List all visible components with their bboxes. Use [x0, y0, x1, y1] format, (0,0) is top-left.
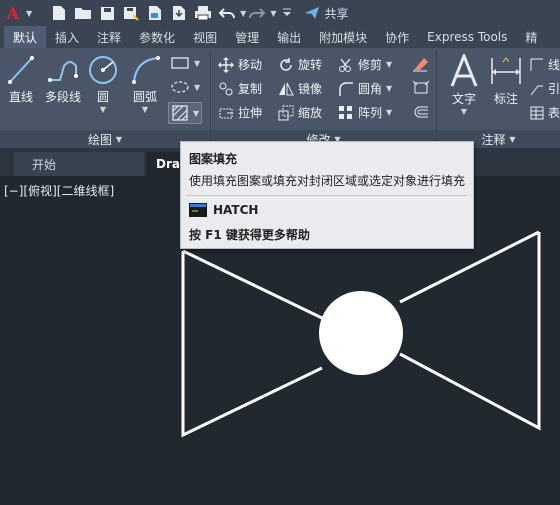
tooltip-title: 图案填充 — [189, 152, 238, 166]
tab-view[interactable]: 视图 — [184, 26, 226, 48]
arc-dropdown[interactable]: ▼ — [142, 105, 148, 114]
ribbon: 直线 多段线 圆 ▼ 圆弧 ▼ ▼ ▼ ▼ 绘图 ▼ 移动 旋转 修剪 ▼ 复制… — [0, 48, 560, 148]
tab-manage[interactable]: 管理 — [226, 26, 268, 48]
trim-button[interactable]: 修剪 ▼ — [338, 56, 392, 73]
ellipse-icon — [171, 81, 189, 93]
tab-output[interactable]: 输出 — [268, 26, 310, 48]
leader-icon — [530, 85, 543, 95]
autocad-logo-icon[interactable]: A — [0, 0, 26, 26]
copy-icon — [219, 82, 233, 95]
explode-icon — [412, 80, 430, 94]
hatch-icon — [172, 105, 188, 121]
redo-icon[interactable] — [246, 3, 268, 23]
stretch-button[interactable]: 拉伸 — [218, 104, 262, 121]
stretch-icon — [219, 108, 233, 118]
array-button[interactable]: 阵列 ▼ — [338, 104, 392, 121]
line-label: 直线 — [8, 90, 33, 104]
scale-button[interactable]: 缩放 — [278, 104, 322, 121]
app-menu-dropdown[interactable]: ▼ — [26, 9, 32, 18]
share-label: 共享 — [324, 6, 349, 21]
share-button[interactable]: 共享 — [304, 5, 348, 22]
tab-start[interactable]: 开始 — [14, 152, 144, 176]
arc-icon — [132, 56, 160, 84]
move-button[interactable]: 移动 — [218, 56, 262, 73]
web-save-icon[interactable] — [168, 3, 190, 23]
erase-icon — [413, 58, 428, 72]
leader-button[interactable]: 引 — [530, 80, 560, 97]
polyline-button[interactable]: 多段线 — [42, 54, 84, 105]
copy-button[interactable]: 复制 — [218, 80, 262, 97]
circle-button[interactable]: 圆 ▼ — [86, 54, 120, 114]
mirror-button[interactable]: 镜像 — [278, 80, 322, 97]
save-icon[interactable] — [96, 3, 118, 23]
rotate-icon — [280, 57, 292, 71]
table-button[interactable]: 表 — [530, 104, 560, 121]
tooltip-command: HATCH — [189, 203, 258, 217]
arc-button[interactable]: 圆弧 ▼ — [126, 54, 164, 114]
draw-panel-label[interactable]: 绘图 ▼ — [0, 130, 210, 148]
trim-icon — [339, 58, 351, 72]
circle-icon — [89, 56, 117, 84]
tooltip-description: 使用填充图案或填充对封闭区域或选定对象进行填充 — [189, 174, 466, 188]
command-line-icon — [189, 203, 207, 217]
offset-button[interactable] — [412, 104, 430, 120]
ribbon-tab-bar: 默认 插入 注释 参数化 视图 管理 输出 附加模块 协作 Express To… — [0, 26, 560, 48]
share-icon — [305, 7, 320, 19]
web-mobile-icon[interactable] — [144, 3, 166, 23]
tab-featured[interactable]: 精 — [516, 26, 546, 48]
dimension-icon — [491, 57, 521, 84]
polyline-label: 多段线 — [44, 90, 81, 104]
rectangle-button[interactable]: ▼ — [170, 56, 200, 70]
dimension-button[interactable]: 标注 — [488, 54, 524, 107]
text-button[interactable]: 文字 ▼ — [446, 54, 482, 116]
tab-collaborate[interactable]: 协作 — [376, 26, 418, 48]
arc-label: 圆弧 — [132, 90, 157, 104]
tab-express-tools[interactable]: Express Tools — [418, 26, 516, 48]
explode-button[interactable] — [412, 80, 430, 96]
tab-insert[interactable]: 插入 — [46, 26, 88, 48]
linear-icon — [530, 58, 543, 71]
new-file-icon[interactable] — [48, 3, 70, 23]
open-folder-icon[interactable] — [72, 3, 94, 23]
tab-annotate[interactable]: 注释 — [88, 26, 130, 48]
hatch-button[interactable]: ▼ — [168, 102, 203, 124]
table-icon — [530, 106, 544, 119]
circle-label: 圆 — [96, 90, 109, 104]
erase-button[interactable] — [412, 56, 430, 72]
fillet-button[interactable]: 圆角 ▼ — [338, 80, 392, 97]
quick-access-toolbar: A ▼ ▼ ▼ 共享 — [0, 0, 560, 26]
text-label: 文字 — [451, 92, 476, 106]
mirror-icon — [279, 82, 294, 95]
array-icon — [339, 105, 352, 119]
plot-icon[interactable] — [192, 3, 214, 23]
text-icon — [450, 54, 478, 87]
circle-dropdown[interactable]: ▼ — [100, 105, 106, 114]
ellipse-button[interactable]: ▼ — [170, 80, 200, 94]
tooltip-help: 按 F1 键获得更多帮助 — [189, 228, 310, 242]
polyline-icon — [48, 61, 78, 82]
linear-button[interactable]: 线 — [530, 56, 560, 73]
undo-icon[interactable] — [216, 3, 238, 23]
dimension-label: 标注 — [493, 92, 518, 106]
line-icon — [8, 56, 34, 84]
tab-home[interactable]: 默认 — [4, 26, 47, 48]
save-as-icon[interactable] — [120, 3, 142, 23]
move-icon — [218, 56, 234, 73]
tooltip-command-name: HATCH — [213, 203, 259, 217]
offset-icon — [414, 106, 428, 118]
line-button[interactable]: 直线 — [4, 54, 38, 105]
scale-icon — [278, 105, 294, 120]
hatch-tooltip: 图案填充 使用填充图案或填充对封闭区域或选定对象进行填充 HATCH 按 F1 … — [180, 141, 474, 249]
tab-addins[interactable]: 附加模块 — [310, 26, 376, 48]
rectangle-icon — [171, 57, 189, 69]
fillet-icon — [339, 81, 353, 96]
bowtie-drawing — [181, 230, 541, 438]
tab-parametric[interactable]: 参数化 — [130, 26, 184, 48]
customize-toolbar-icon[interactable] — [276, 3, 298, 23]
tooltip-divider — [187, 195, 467, 196]
rotate-button[interactable]: 旋转 — [278, 56, 322, 73]
